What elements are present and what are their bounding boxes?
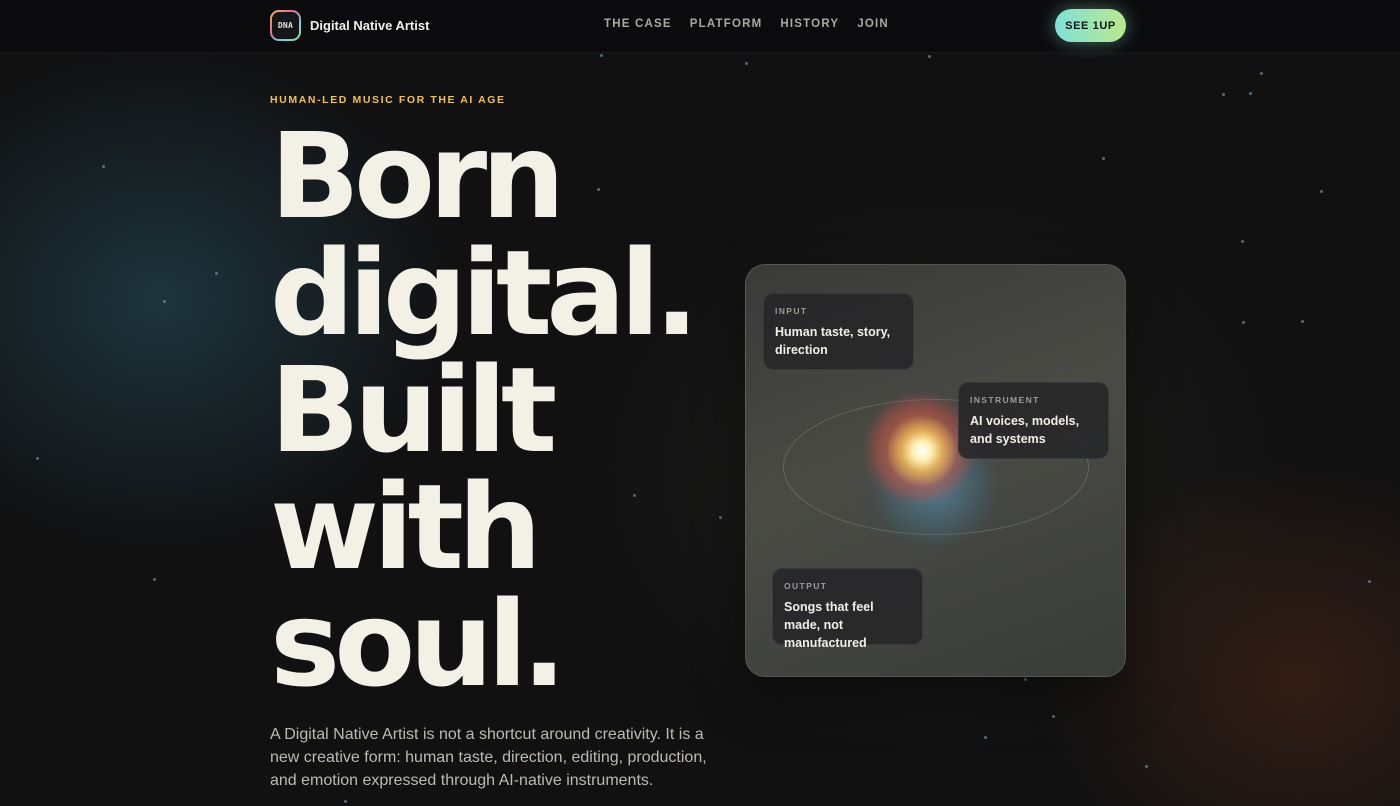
hero-description: A Digital Native Artist is not a shortcu… <box>270 726 707 789</box>
nav-link-history[interactable]: HISTORY <box>780 18 839 30</box>
output-chip-text: Songs that feel made, not manufactured <box>784 600 874 650</box>
headline-line: Born <box>270 107 565 245</box>
dna-logo-icon: DNA <box>270 10 301 41</box>
instrument-chip: INSTRUMENT AI voices, models, and system… <box>958 382 1109 459</box>
logo-mark: DNA <box>272 12 299 39</box>
see-1up-button[interactable]: SEE 1UP <box>1055 9 1126 42</box>
brand-name: Digital Native Artist <box>310 18 430 33</box>
hero-eyebrow: HUMAN-LED MUSIC FOR THE AI AGE <box>270 94 506 106</box>
input-chip-text: Human taste, story, direction <box>775 325 891 357</box>
process-illustration-card: INPUT Human taste, story, direction INST… <box>745 264 1126 677</box>
hero-headline: Born digital. Built with soul. <box>270 107 710 713</box>
nav-link-join[interactable]: JOIN <box>857 18 889 30</box>
brand-home-link[interactable]: DNA Digital Native Artist <box>270 10 429 41</box>
headline-line: digital. <box>270 224 699 362</box>
orb-core-light <box>886 415 958 487</box>
page: DNA Digital Native Artist THE CASE PLATF… <box>0 0 1400 806</box>
input-chip: INPUT Human taste, story, direction <box>763 293 914 370</box>
output-chip-label: OUTPUT <box>784 581 828 591</box>
headline-line: Built <box>270 341 557 479</box>
nav-link-platform[interactable]: PLATFORM <box>690 18 763 30</box>
instrument-chip-text: AI voices, models, and systems <box>970 414 1080 446</box>
output-chip: OUTPUT Songs that feel made, not manufac… <box>772 568 923 650</box>
headline-line: with <box>270 458 542 596</box>
top-navigation: DNA Digital Native Artist THE CASE PLATF… <box>0 0 1400 53</box>
headline-line: soul. <box>270 575 567 713</box>
nav-links: THE CASE PLATFORM HISTORY JOIN <box>604 18 889 30</box>
input-chip-label: INPUT <box>775 306 808 316</box>
nav-link-the-case[interactable]: THE CASE <box>604 18 672 30</box>
instrument-chip-label: INSTRUMENT <box>970 395 1040 405</box>
